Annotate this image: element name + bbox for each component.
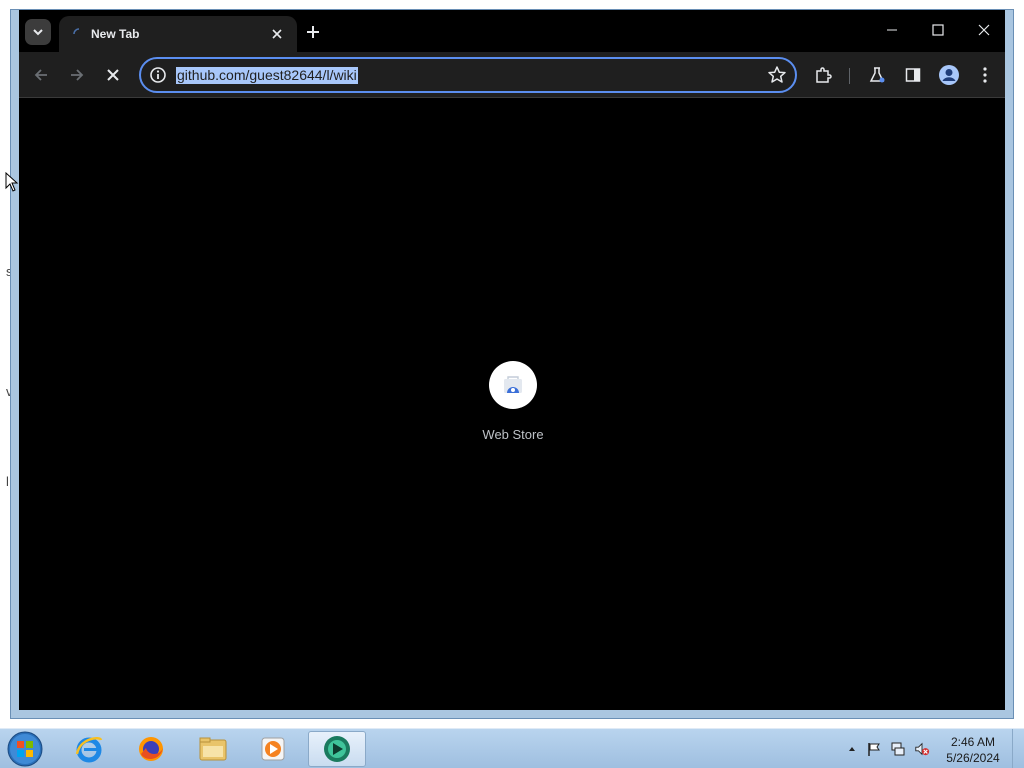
menu-button[interactable] <box>971 61 999 89</box>
tab-title: New Tab <box>91 27 140 41</box>
taskbar-internet-explorer[interactable] <box>60 731 118 767</box>
ie-icon <box>75 737 103 763</box>
close-icon <box>272 29 282 39</box>
url-text[interactable]: github.com/guest82644/l/wiki <box>176 67 358 84</box>
extensions-icon <box>816 67 832 83</box>
forward-button[interactable] <box>63 61 91 89</box>
app-icon <box>324 736 350 762</box>
labs-icon <box>869 67 885 83</box>
web-store-icon <box>504 376 522 393</box>
side-panel-button[interactable] <box>899 61 927 89</box>
new-tab-page: Web Store <box>19 99 1005 710</box>
tab-new-tab[interactable]: New Tab <box>59 16 297 52</box>
stop-icon <box>107 69 119 81</box>
close-icon <box>978 24 990 36</box>
flag-icon <box>868 743 880 756</box>
shortcut-icon-circle <box>489 361 537 409</box>
show-hidden-icons-button[interactable] <box>844 741 860 757</box>
stop-loading-button[interactable] <box>99 61 127 89</box>
desktop-icon-fragment: l <box>6 474 9 489</box>
minimize-button[interactable] <box>869 10 915 50</box>
tab-close-button[interactable] <box>269 26 285 42</box>
mouse-cursor-icon <box>5 172 19 192</box>
profile-icon <box>939 65 959 85</box>
clock-time: 2:46 AM <box>950 735 996 749</box>
volume-tray[interactable] <box>914 741 930 757</box>
chevron-down-icon <box>33 29 43 36</box>
side-panel-icon <box>905 68 921 82</box>
taskbar-media-player[interactable] <box>244 731 302 767</box>
shortcut-label: Web Store <box>482 427 544 442</box>
back-icon <box>34 69 47 81</box>
tray-arrow-icon <box>849 747 855 751</box>
forward-icon <box>71 69 84 81</box>
windows-start-icon <box>7 731 43 767</box>
profile-button[interactable] <box>935 61 963 89</box>
minimize-icon <box>887 29 897 31</box>
taskbar-active-app[interactable] <box>308 731 366 767</box>
maximize-button[interactable] <box>915 10 961 50</box>
media-player-icon <box>261 737 285 761</box>
network-icon <box>891 742 905 756</box>
shortcut-web-store[interactable]: Web Store <box>459 361 567 442</box>
network-tray[interactable] <box>890 741 906 757</box>
address-bar[interactable]: github.com/guest82644/l/wiki <box>139 57 797 93</box>
back-button[interactable] <box>27 61 55 89</box>
taskbar: 2:46 AM 5/26/2024 <box>0 728 1024 768</box>
browser-toolbar: github.com/guest82644/l/wiki <box>19 52 1005 98</box>
taskbar-file-explorer[interactable] <box>184 731 242 767</box>
loading-spinner-icon <box>73 28 80 35</box>
browser-frame: New Tab github.com/guest82644/l/wiki Web… <box>19 10 1005 710</box>
volume-muted-icon <box>915 742 930 756</box>
maximize-icon <box>932 24 944 36</box>
taskbar-clock[interactable]: 2:46 AM 5/26/2024 <box>940 734 1006 766</box>
plus-icon <box>307 26 319 38</box>
action-center-tray[interactable] <box>866 741 882 757</box>
taskbar-firefox[interactable] <box>122 731 180 767</box>
close-window-button[interactable] <box>961 10 1007 50</box>
menu-icon <box>983 67 987 83</box>
explorer-icon <box>199 737 227 761</box>
labs-button[interactable] <box>863 61 891 89</box>
title-bar: New Tab <box>19 10 1005 52</box>
browser-window: New Tab github.com/guest82644/l/wiki Web… <box>10 9 1014 719</box>
star-icon[interactable] <box>767 65 787 85</box>
toolbar-separator <box>849 68 850 84</box>
show-desktop-button[interactable] <box>1012 729 1024 768</box>
info-icon[interactable] <box>149 66 167 84</box>
tab-search-button[interactable] <box>25 19 51 45</box>
clock-date: 5/26/2024 <box>946 751 1000 765</box>
start-button[interactable] <box>6 730 44 768</box>
firefox-icon <box>139 737 163 761</box>
extensions-button[interactable] <box>809 61 837 89</box>
new-tab-button[interactable] <box>303 22 323 42</box>
